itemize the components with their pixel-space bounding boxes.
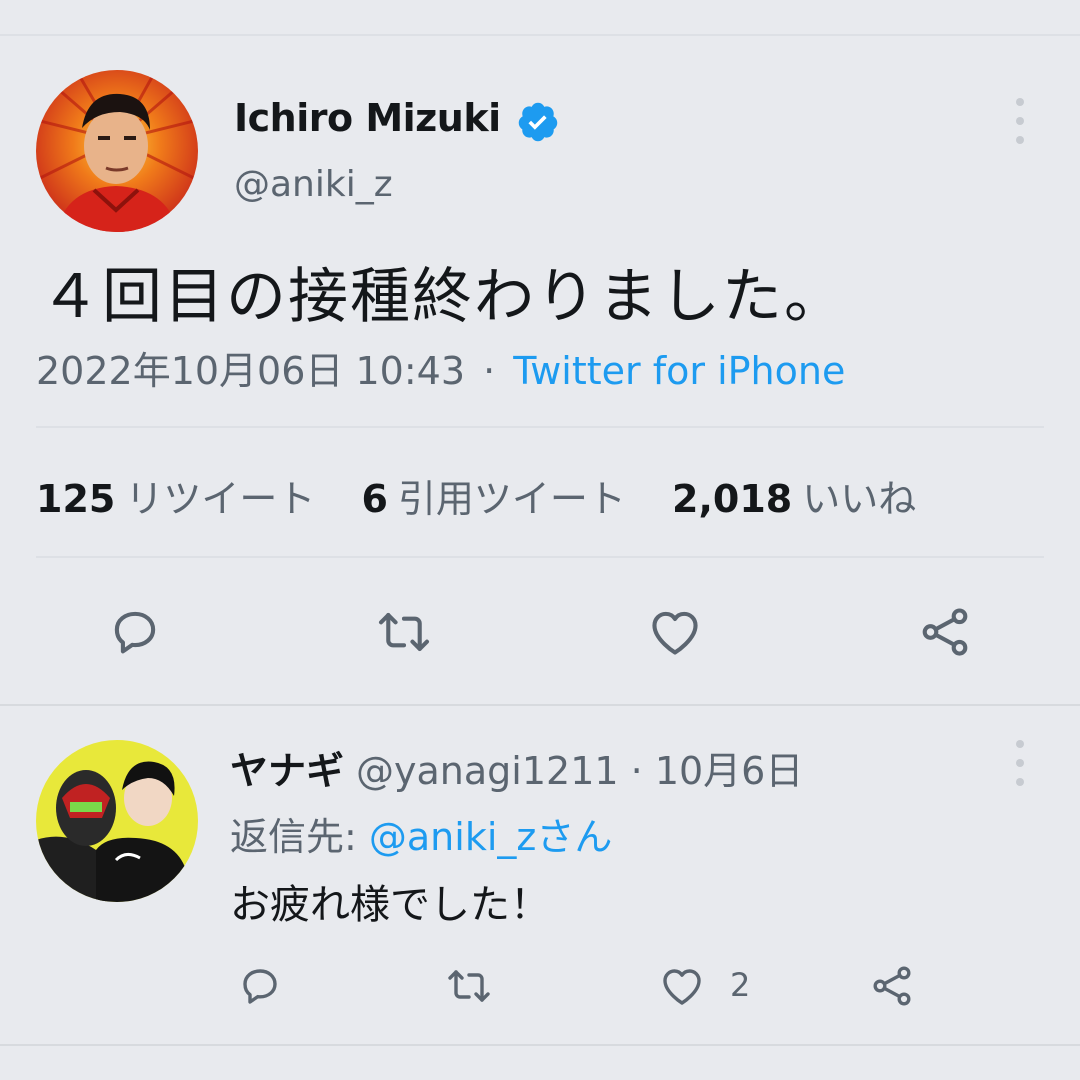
tweet-source-link[interactable]: Twitter for iPhone xyxy=(513,349,845,393)
tweet-meta: 2022年10月06日 10:43 · Twitter for iPhone xyxy=(36,340,845,395)
tweet-datetime[interactable]: 2022年10月06日 10:43 xyxy=(36,349,465,393)
reply-share-button[interactable] xyxy=(860,954,924,1018)
author-display-name[interactable]: Ichiro Mizuki xyxy=(234,96,501,140)
tweet-text: ４回目の接種終わりました。 xyxy=(40,262,846,332)
retweets-label: リツイート xyxy=(125,477,316,521)
retweets-stat[interactable]: 125 リツイート xyxy=(36,477,327,521)
stats-top-divider xyxy=(36,426,1044,428)
share-icon xyxy=(873,966,911,1006)
heart-icon xyxy=(663,969,701,1005)
reply-retweet-button[interactable] xyxy=(437,954,501,1018)
bottom-separator xyxy=(0,1044,1080,1046)
verified-badge-icon xyxy=(516,100,560,144)
more-vertical-icon[interactable] xyxy=(1010,98,1030,144)
reply-date[interactable]: 10月6日 xyxy=(655,749,804,793)
reply-button[interactable] xyxy=(103,600,167,664)
retweet-icon xyxy=(378,613,430,651)
reply-like-button[interactable] xyxy=(650,954,714,1018)
stats-bottom-divider xyxy=(36,556,1044,558)
reply-icon xyxy=(114,611,156,654)
share-button[interactable] xyxy=(913,600,977,664)
heart-icon xyxy=(652,611,698,655)
mention-handle: @aniki_z xyxy=(368,815,537,859)
author-avatar[interactable] xyxy=(36,70,198,232)
replying-to: 返信先: @aniki_zさん xyxy=(230,806,612,861)
likes-count: 2,018 xyxy=(672,477,793,521)
replying-to-mention[interactable]: @aniki_zさん xyxy=(369,815,612,859)
author-avatar-image xyxy=(36,70,198,232)
replying-to-label: 返信先: xyxy=(230,815,369,859)
reply-text: お疲れ様でした！ xyxy=(230,882,550,928)
retweets-count: 125 xyxy=(36,477,116,521)
tweet-separator xyxy=(0,704,1080,706)
reply-icon xyxy=(243,969,277,1004)
quote-tweets-label: 引用ツイート xyxy=(397,477,626,521)
tweet-stats: 125 リツイート 6 引用ツイート 2,018 いいね xyxy=(36,468,950,523)
quote-tweets-stat[interactable]: 6 引用ツイート xyxy=(361,477,638,521)
reply-separator: · xyxy=(630,749,643,793)
likes-stat[interactable]: 2,018 いいね xyxy=(672,477,916,521)
quote-tweets-count: 6 xyxy=(361,477,388,521)
reply-like-count: 2 xyxy=(730,966,751,1004)
top-divider xyxy=(0,34,1080,36)
reply-reply-button[interactable] xyxy=(228,954,292,1018)
like-button[interactable] xyxy=(643,600,707,664)
likes-label: いいね xyxy=(802,477,917,521)
reply-display-name[interactable]: ヤナギ xyxy=(230,749,344,793)
mention-suffix: さん xyxy=(536,815,613,859)
reply-avatar-image xyxy=(36,740,198,902)
share-icon xyxy=(922,608,968,656)
retweet-button[interactable] xyxy=(372,600,436,664)
reply-author-avatar[interactable] xyxy=(36,740,198,902)
more-vertical-icon[interactable] xyxy=(1010,740,1030,786)
author-handle[interactable]: @aniki_z xyxy=(234,164,393,205)
retweet-icon xyxy=(448,970,490,1002)
reply-handle[interactable]: @yanagi1211 xyxy=(356,749,619,793)
reply-header: ヤナギ @yanagi1211 · 10月6日 xyxy=(230,740,803,795)
meta-separator: · xyxy=(483,349,496,393)
